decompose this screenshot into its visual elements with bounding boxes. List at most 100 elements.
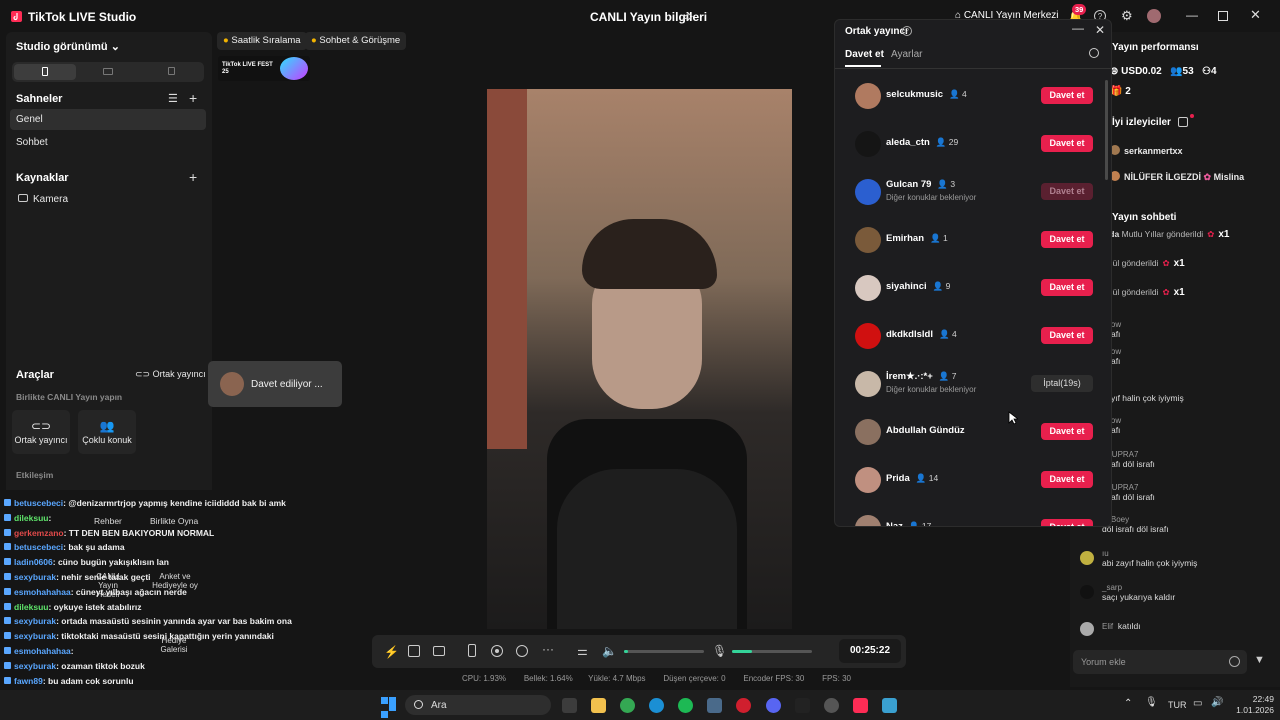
chat-username[interactable]: gerkemzano	[14, 528, 64, 538]
chat-username[interactable]: sexyburak	[14, 572, 56, 582]
chat-message: dileksuu: oykuye istek atabılırız	[4, 602, 384, 616]
speaker-icon[interactable]: 🔈	[602, 644, 617, 658]
list-icon[interactable]: ☰	[168, 92, 178, 105]
camera-preview	[487, 89, 792, 629]
app-icon[interactable]	[824, 698, 839, 713]
scene-item[interactable]: Genel	[10, 109, 206, 130]
network-icon[interactable]: ▭	[1193, 698, 1202, 709]
gift-message: Gül gönderildi ✿ x1	[1106, 258, 1185, 269]
maximize-icon[interactable]	[1218, 11, 1228, 21]
chat-username[interactable]: sexyburak	[14, 661, 56, 671]
windows-start-icon[interactable]	[381, 697, 397, 718]
chat-username[interactable]: esmohahahaa	[14, 646, 71, 656]
chat-username[interactable]: Elif	[1102, 622, 1113, 631]
tab-invite[interactable]: Davet et	[845, 49, 884, 60]
scene-item[interactable]: Sohbet	[10, 132, 206, 153]
invite-button[interactable]: Davet et	[1041, 87, 1093, 104]
studio-view-dropdown[interactable]: Studio görünümü ⌄	[16, 40, 120, 53]
chat-username[interactable]: dileksuu	[14, 513, 48, 523]
camera-switch-icon[interactable]	[516, 645, 528, 657]
volume-slider[interactable]	[624, 650, 704, 653]
opera-icon[interactable]	[736, 698, 751, 713]
live-fest-badge[interactable]: TikTok LIVE FEST 25	[218, 56, 310, 81]
magic-icon[interactable]: ⚡	[384, 645, 399, 659]
cancel-invite-button[interactable]: İptal(19s)	[1031, 375, 1093, 392]
portrait-option[interactable]	[14, 64, 76, 80]
chat-username[interactable]: sexyburak	[14, 631, 56, 641]
close-icon[interactable]: ✕	[1095, 23, 1105, 37]
avatar[interactable]	[1147, 9, 1161, 23]
comment-input[interactable]: Yorum ekle	[1073, 650, 1247, 674]
top-viewer[interactable]: NİLÜFER İLGEZDİ ✿ Mislina	[1124, 172, 1244, 183]
chat-username[interactable]: ladin0606	[14, 557, 53, 567]
chat-username[interactable]: esmohahahaa	[14, 587, 71, 597]
mic-icon[interactable]: 🎙	[1145, 697, 1158, 708]
volume-icon[interactable]: 🔊	[1211, 697, 1223, 708]
cohost-link[interactable]: ⊂⊃ Ortak yayıncı	[135, 369, 206, 380]
phone-icon[interactable]	[468, 644, 476, 657]
effects-icon[interactable]	[408, 645, 420, 657]
hourly-ranking-chip[interactable]: ● Saatlik Sıralama	[217, 32, 307, 50]
more-icon[interactable]: ···	[542, 642, 554, 656]
steam-icon[interactable]	[707, 698, 722, 713]
lock-option[interactable]	[140, 64, 202, 80]
add-source-icon[interactable]: +	[189, 169, 197, 185]
app-icon[interactable]	[882, 698, 897, 713]
clock[interactable]: 22:49 1.01.2026	[1232, 694, 1274, 716]
chat-username[interactable]: betuscebeci	[14, 542, 63, 552]
edge-icon[interactable]	[649, 698, 664, 713]
help-icon[interactable]: ?	[902, 26, 912, 36]
invite-button[interactable]: Davet et	[1041, 135, 1093, 152]
invite-button[interactable]: Davet et	[1041, 231, 1093, 248]
landscape-option[interactable]	[77, 64, 139, 80]
mic-icon[interactable]: 🎙	[712, 644, 727, 658]
control-bar: ⚡ ··· ⚌ 🔈 🎙 00:25:22	[372, 635, 906, 668]
cohost-tool-button[interactable]: ⊂⊃ Ortak yayıncı	[12, 410, 70, 454]
chrome-icon[interactable]	[620, 698, 635, 713]
spotify-icon[interactable]	[678, 698, 693, 713]
filter-icon[interactable]: ▼	[1254, 654, 1265, 666]
close-icon[interactable]: ✕	[1250, 7, 1261, 23]
chat-username[interactable]: _sarp	[1102, 583, 1175, 592]
list-icon[interactable]	[1178, 117, 1188, 127]
top-viewer[interactable]: serkanmertxx	[1124, 146, 1183, 156]
chat-username[interactable]: dileksuu	[14, 602, 48, 612]
multi-guest-tool-button[interactable]: 👥 Çoklu konuk	[78, 410, 136, 454]
tab-settings[interactable]: Ayarlar	[891, 49, 923, 60]
gear-icon[interactable]: ⚙	[1121, 8, 1133, 24]
search-icon[interactable]	[1089, 48, 1099, 58]
invite-button[interactable]: Davet et	[1041, 279, 1093, 296]
folder-icon[interactable]	[591, 698, 606, 713]
discord-icon[interactable]	[766, 698, 781, 713]
chat-username[interactable]: ıu	[1102, 549, 1197, 558]
chat-text: : tiktoktaki masaüstü sesini kapattığın …	[56, 631, 274, 642]
app-icon[interactable]	[795, 698, 810, 713]
chat-username[interactable]: fawn89	[14, 676, 43, 686]
tray-chevron-icon[interactable]: ⌃	[1124, 698, 1132, 709]
scrollbar[interactable]	[1105, 80, 1108, 180]
minimize-icon[interactable]: —	[1186, 8, 1198, 22]
follower-count: 👤 17	[909, 521, 931, 526]
chat-username[interactable]: sexyburak	[14, 616, 56, 626]
chat-username[interactable]: betuscebeci	[14, 498, 63, 508]
invite-button[interactable]: Davet et	[1041, 423, 1093, 440]
chat-call-chip[interactable]: ● Sohbet & Görüşme	[305, 32, 407, 50]
invite-button[interactable]: Davet et	[1041, 471, 1093, 488]
emoji-icon[interactable]	[1229, 656, 1240, 667]
mic-slider[interactable]	[732, 650, 812, 653]
candidate-status: Diğer konuklar bekleniyor	[886, 385, 977, 394]
share-icon[interactable]	[682, 11, 693, 22]
language-indicator[interactable]: TUR	[1168, 700, 1187, 710]
source-item[interactable]: Kamera	[33, 194, 68, 205]
record-icon[interactable]	[491, 645, 503, 657]
minimize-icon[interactable]: —	[1072, 21, 1084, 35]
invite-button[interactable]: Davet et	[1041, 327, 1093, 344]
tiktok-studio-icon[interactable]	[853, 698, 868, 713]
invite-button[interactable]: Davet et	[1041, 519, 1093, 526]
sliders-icon[interactable]: ⚌	[577, 644, 588, 658]
candidate-name: İrem★.·:*+ 👤 7	[886, 371, 956, 382]
taskbar-search[interactable]: Ara	[405, 695, 551, 715]
task-view-icon[interactable]	[562, 698, 577, 713]
layout-icon[interactable]	[433, 646, 445, 656]
add-scene-icon[interactable]: +	[189, 90, 197, 106]
